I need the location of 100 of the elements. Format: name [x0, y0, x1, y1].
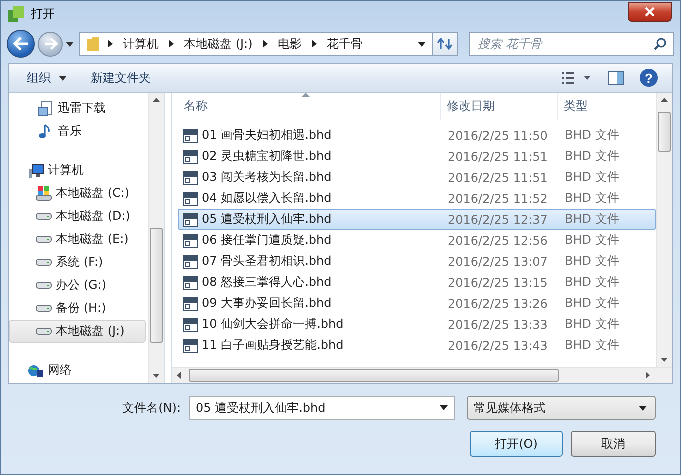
scroll-left-icon[interactable]: [177, 372, 181, 379]
file-name: 04 如愿以偿入长留.bhd: [202, 190, 332, 207]
drive-icon: [36, 213, 52, 220]
modified-date: 2016/2/25 13:07: [448, 254, 548, 268]
modified-date: 2016/2/25 13:15: [448, 276, 548, 290]
file-icon: [183, 170, 198, 184]
navigation-item[interactable]: 本地磁盘 (E:): [9, 228, 146, 251]
file-icon: [183, 318, 198, 332]
modified-date: 2016/2/25 12:37: [448, 212, 548, 226]
navigation-item[interactable]: 计算机: [9, 159, 146, 182]
address-bar[interactable]: 计算机 本地磁盘 (J:) 电影 花千骨: [79, 32, 433, 56]
file-type: BHD 文件: [565, 274, 620, 291]
new-folder-button[interactable]: 新建文件夹: [81, 67, 161, 89]
navigation-item[interactable]: 音乐: [9, 120, 146, 143]
vertical-scrollbar[interactable]: [656, 93, 672, 367]
file-type: BHD 文件: [565, 127, 620, 144]
horizontal-scrollbar[interactable]: [172, 367, 672, 383]
file-icon: [183, 212, 198, 226]
navigation-item[interactable]: 备份 (H:): [9, 297, 146, 320]
breadcrumb-item[interactable]: 电影: [278, 36, 302, 52]
file-row[interactable]: 08 怒接三掌得人心.bhd 2016/2/25 13:15 BHD 文件: [178, 272, 656, 293]
list-view-icon: [562, 72, 592, 84]
breadcrumb-item[interactable]: 计算机: [123, 36, 159, 52]
scroll-up-icon[interactable]: [153, 98, 160, 102]
drive-icon: [36, 236, 52, 243]
breadcrumb-item[interactable]: 本地磁盘 (J:): [184, 36, 253, 52]
file-row[interactable]: 03 闯关考核为长留.bhd 2016/2/25 11:51 BHD 文件: [178, 167, 656, 188]
back-button[interactable]: [7, 30, 35, 58]
modified-date: 2016/2/25 11:51: [448, 170, 548, 184]
scrollbar-thumb[interactable]: [658, 112, 671, 152]
file-name: 11 白子画贴身授艺能.bhd: [202, 337, 344, 354]
vertical-scrollbar[interactable]: [148, 93, 164, 383]
file-name-field[interactable]: 05 遭受杖刑入仙牢.bhd: [189, 396, 455, 420]
file-name: 01 画骨夫妇初相遇.bhd: [202, 127, 332, 144]
modified-date: 2016/2/25 11:52: [448, 192, 548, 206]
modified-date: 2016/2/25 13:43: [448, 338, 548, 352]
column-header[interactable]: 修改日期: [441, 93, 558, 120]
file-icon: [183, 338, 198, 352]
file-icon: [183, 234, 198, 248]
caret-icon[interactable]: [66, 42, 74, 46]
file-row[interactable]: 04 如愿以偿入长留.bhd 2016/2/25 11:52 BHD 文件: [178, 188, 656, 209]
navigation-item[interactable]: 办公 (G:): [9, 274, 146, 297]
navigation-item[interactable]: 系统 (F:): [9, 251, 146, 274]
close-button[interactable]: [628, 2, 672, 22]
search-field[interactable]: 搜索 花千骨: [469, 32, 674, 56]
help-button[interactable]: ?: [634, 67, 664, 89]
drive-icon: [36, 305, 52, 312]
file-type: BHD 文件: [565, 169, 620, 186]
column-header[interactable]: 名称: [178, 93, 441, 120]
open-button[interactable]: 打开(O): [470, 431, 563, 457]
preview-pane-icon: [608, 71, 624, 85]
file-row[interactable]: 09 大事办妥回长留.bhd 2016/2/25 13:26 BHD 文件: [178, 293, 656, 314]
file-icon: [183, 128, 198, 142]
navigation-item[interactable]: 网络: [9, 359, 146, 382]
file-name: 03 闯关考核为长留.bhd: [202, 169, 332, 186]
file-type: BHD 文件: [565, 316, 620, 333]
navigation-item[interactable]: 迅雷下载: [9, 97, 146, 120]
file-icon: [183, 192, 198, 206]
app-icon: [7, 5, 25, 23]
file-row[interactable]: 11 白子画贴身授艺能.bhd 2016/2/25 13:43 BHD 文件: [178, 335, 656, 356]
chevron-icon: [262, 40, 268, 48]
file-name: 07 骨头圣君初相识.bhd: [202, 253, 332, 270]
file-type: BHD 文件: [565, 337, 620, 354]
modified-date: 2016/2/25 13:33: [448, 318, 548, 332]
dropdown-caret-icon[interactable]: [440, 406, 448, 410]
file-row[interactable]: 06 接任掌门遭质疑.bhd 2016/2/25 12:56 BHD 文件: [178, 230, 656, 251]
cancel-button[interactable]: 取消: [571, 431, 656, 457]
drive-icon: [36, 328, 52, 335]
breadcrumb-item[interactable]: 花千骨: [326, 36, 363, 52]
right-arrow-icon: [44, 38, 58, 50]
file-row[interactable]: 10 仙剑大会拼命一搏.bhd 2016/2/25 13:33 BHD 文件: [178, 314, 656, 335]
modified-date: 2016/2/25 11:51: [448, 150, 548, 164]
scroll-down-icon[interactable]: [661, 358, 668, 362]
file-row[interactable]: 07 骨头圣君初相识.bhd 2016/2/25 13:07 BHD 文件: [178, 251, 656, 272]
network-icon: [28, 362, 44, 378]
scroll-up-icon[interactable]: [661, 98, 668, 102]
file-name: 08 怒接三掌得人心.bhd: [202, 274, 332, 291]
refresh-button[interactable]: [432, 32, 458, 56]
modified-date: 2016/2/25 12:56: [448, 234, 548, 248]
file-name: 09 大事办妥回长留.bhd: [202, 295, 332, 312]
file-row[interactable]: 05 遭受杖刑入仙牢.bhd 2016/2/25 12:37 BHD 文件: [178, 209, 656, 230]
file-row[interactable]: 01 画骨夫妇初相遇.bhd 2016/2/25 11:50 BHD 文件: [178, 125, 656, 146]
file-type-dropdown[interactable]: 常见媒体格式: [467, 396, 656, 420]
scroll-right-icon[interactable]: [646, 372, 650, 379]
file-type: BHD 文件: [565, 295, 620, 312]
navigation-item[interactable]: 本地磁盘 (C:): [9, 182, 146, 205]
scrollbar-thumb[interactable]: [189, 369, 559, 382]
file-row[interactable]: 02 灵虫糖宝初降世.bhd 2016/2/25 11:51 BHD 文件: [178, 146, 656, 167]
dropdown-caret-icon[interactable]: [418, 42, 426, 46]
file-icon: [183, 150, 198, 164]
file-name-label: 文件名(N):: [122, 400, 181, 416]
organize-button[interactable]: 组织: [17, 67, 77, 89]
navigation-item[interactable]: 本地磁盘 (J:): [9, 320, 146, 343]
chevron-icon: [312, 40, 317, 48]
drive-icon: [36, 259, 52, 266]
scroll-down-icon[interactable]: [153, 374, 160, 378]
column-header[interactable]: 类型: [558, 93, 648, 120]
scrollbar-thumb[interactable]: [150, 228, 163, 343]
help-icon: ?: [640, 69, 658, 87]
navigation-item[interactable]: 本地磁盘 (D:): [9, 205, 146, 228]
